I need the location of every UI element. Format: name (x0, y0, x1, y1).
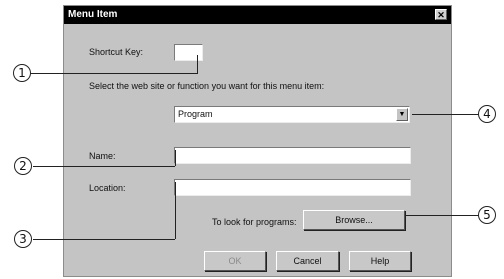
dialog-title: Menu Item (68, 9, 118, 20)
shortcut-key-field[interactable] (174, 44, 203, 61)
callout-1: 1 (13, 64, 31, 82)
name-field[interactable] (174, 147, 411, 164)
callout-3-leader (33, 239, 175, 240)
name-label: Name: (89, 151, 116, 161)
ok-button[interactable]: OK (204, 251, 266, 271)
callout-2-tick (175, 150, 176, 166)
callout-4: 4 (478, 105, 496, 123)
callout-1-tick (197, 55, 198, 73)
programs-label: To look for programs: (212, 217, 297, 227)
callout-3-tick (175, 182, 176, 239)
function-select[interactable]: Program ▼ (174, 106, 410, 123)
callout-3: 3 (14, 230, 32, 248)
menu-item-dialog: Menu Item ✕ Shortcut Key: Select the web… (63, 5, 452, 277)
callout-2: 2 (14, 157, 32, 175)
location-label: Location: (89, 183, 126, 193)
callout-4-leader (412, 114, 480, 115)
chevron-down-icon: ▼ (398, 111, 406, 118)
browse-button[interactable]: Browse... (303, 210, 405, 230)
close-button[interactable]: ✕ (435, 9, 447, 20)
cancel-button[interactable]: Cancel (276, 251, 339, 271)
dropdown-arrow-button[interactable]: ▼ (396, 108, 408, 121)
callout-2-leader (33, 166, 175, 167)
location-field[interactable] (174, 179, 411, 196)
close-icon: ✕ (437, 10, 445, 20)
callout-5: 5 (478, 206, 496, 224)
shortcut-key-label: Shortcut Key: (89, 47, 144, 57)
callout-1-leader (30, 73, 198, 74)
instruction-text: Select the web site or function you want… (89, 81, 325, 91)
callout-5-leader (405, 215, 480, 216)
function-select-value: Program (178, 109, 213, 119)
help-button[interactable]: Help (349, 251, 411, 271)
title-bar: Menu Item ✕ (64, 6, 451, 24)
